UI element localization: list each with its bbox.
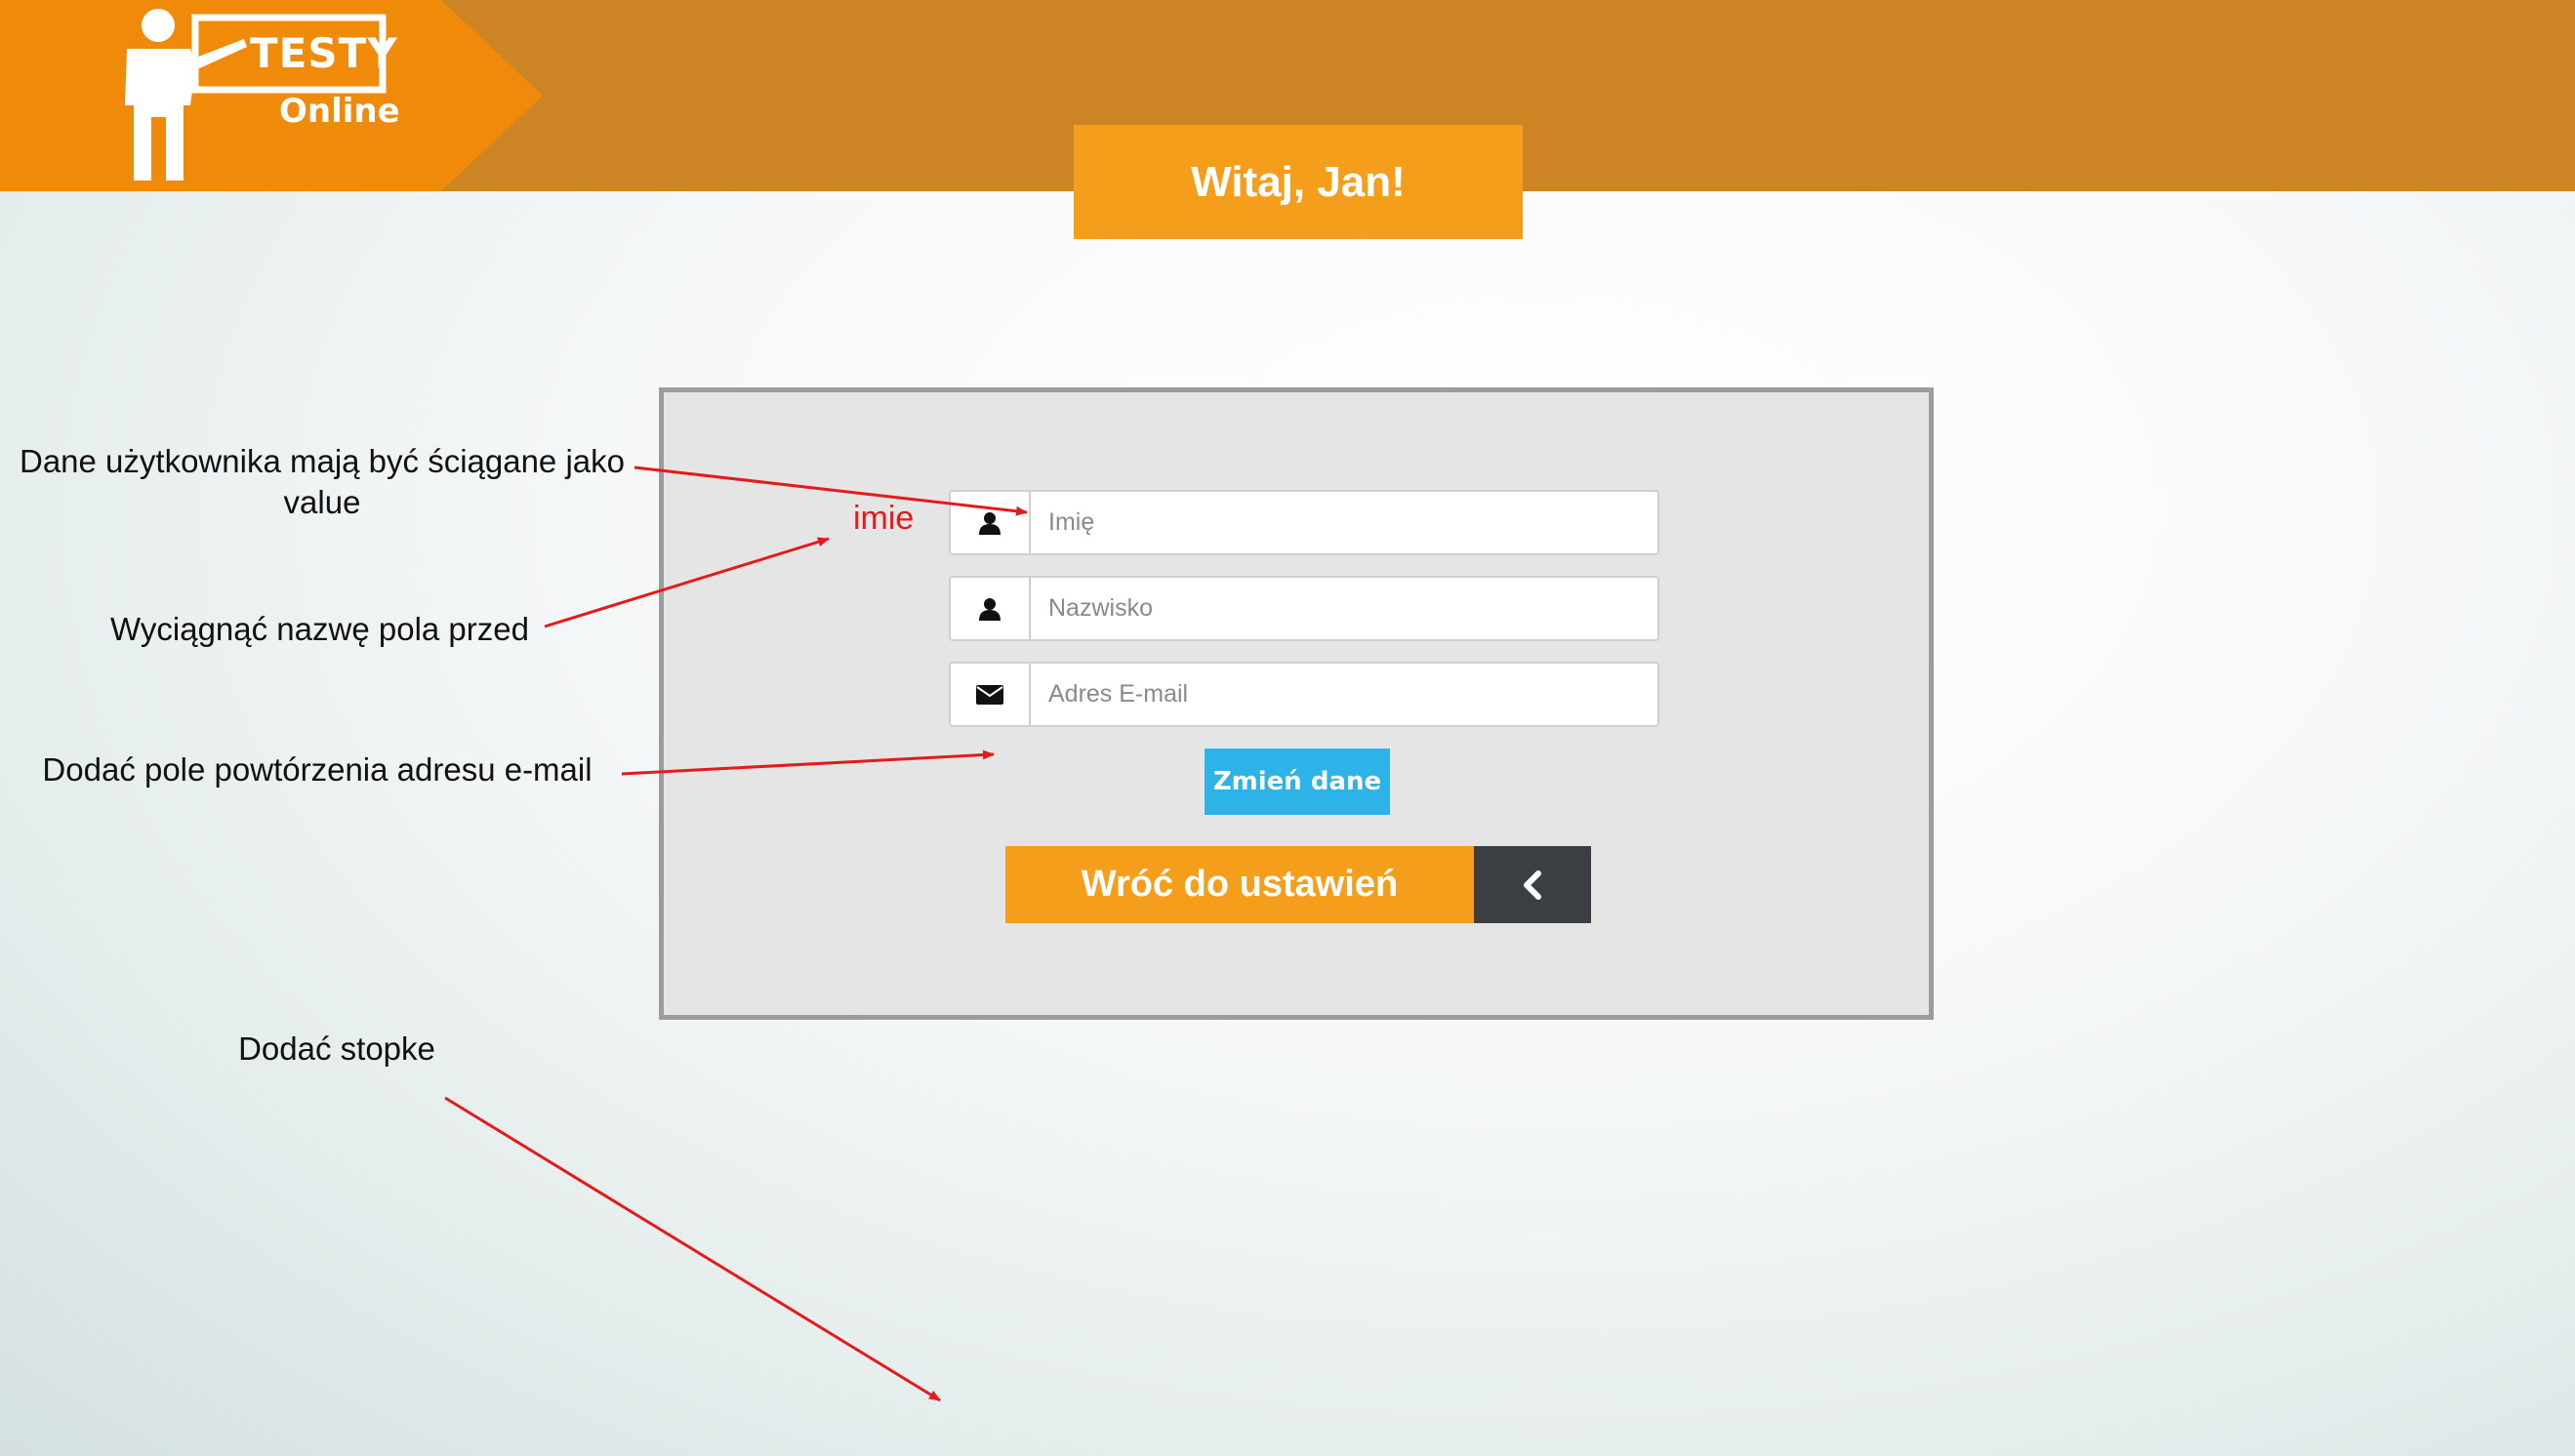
arrow-value-note — [634, 465, 1028, 516]
arrow-repeat-email-note — [621, 749, 995, 776]
annotation-arrows — [444, 465, 1028, 1402]
arrow-footer-note — [444, 1096, 941, 1402]
arrow-field-name-note — [544, 537, 830, 628]
